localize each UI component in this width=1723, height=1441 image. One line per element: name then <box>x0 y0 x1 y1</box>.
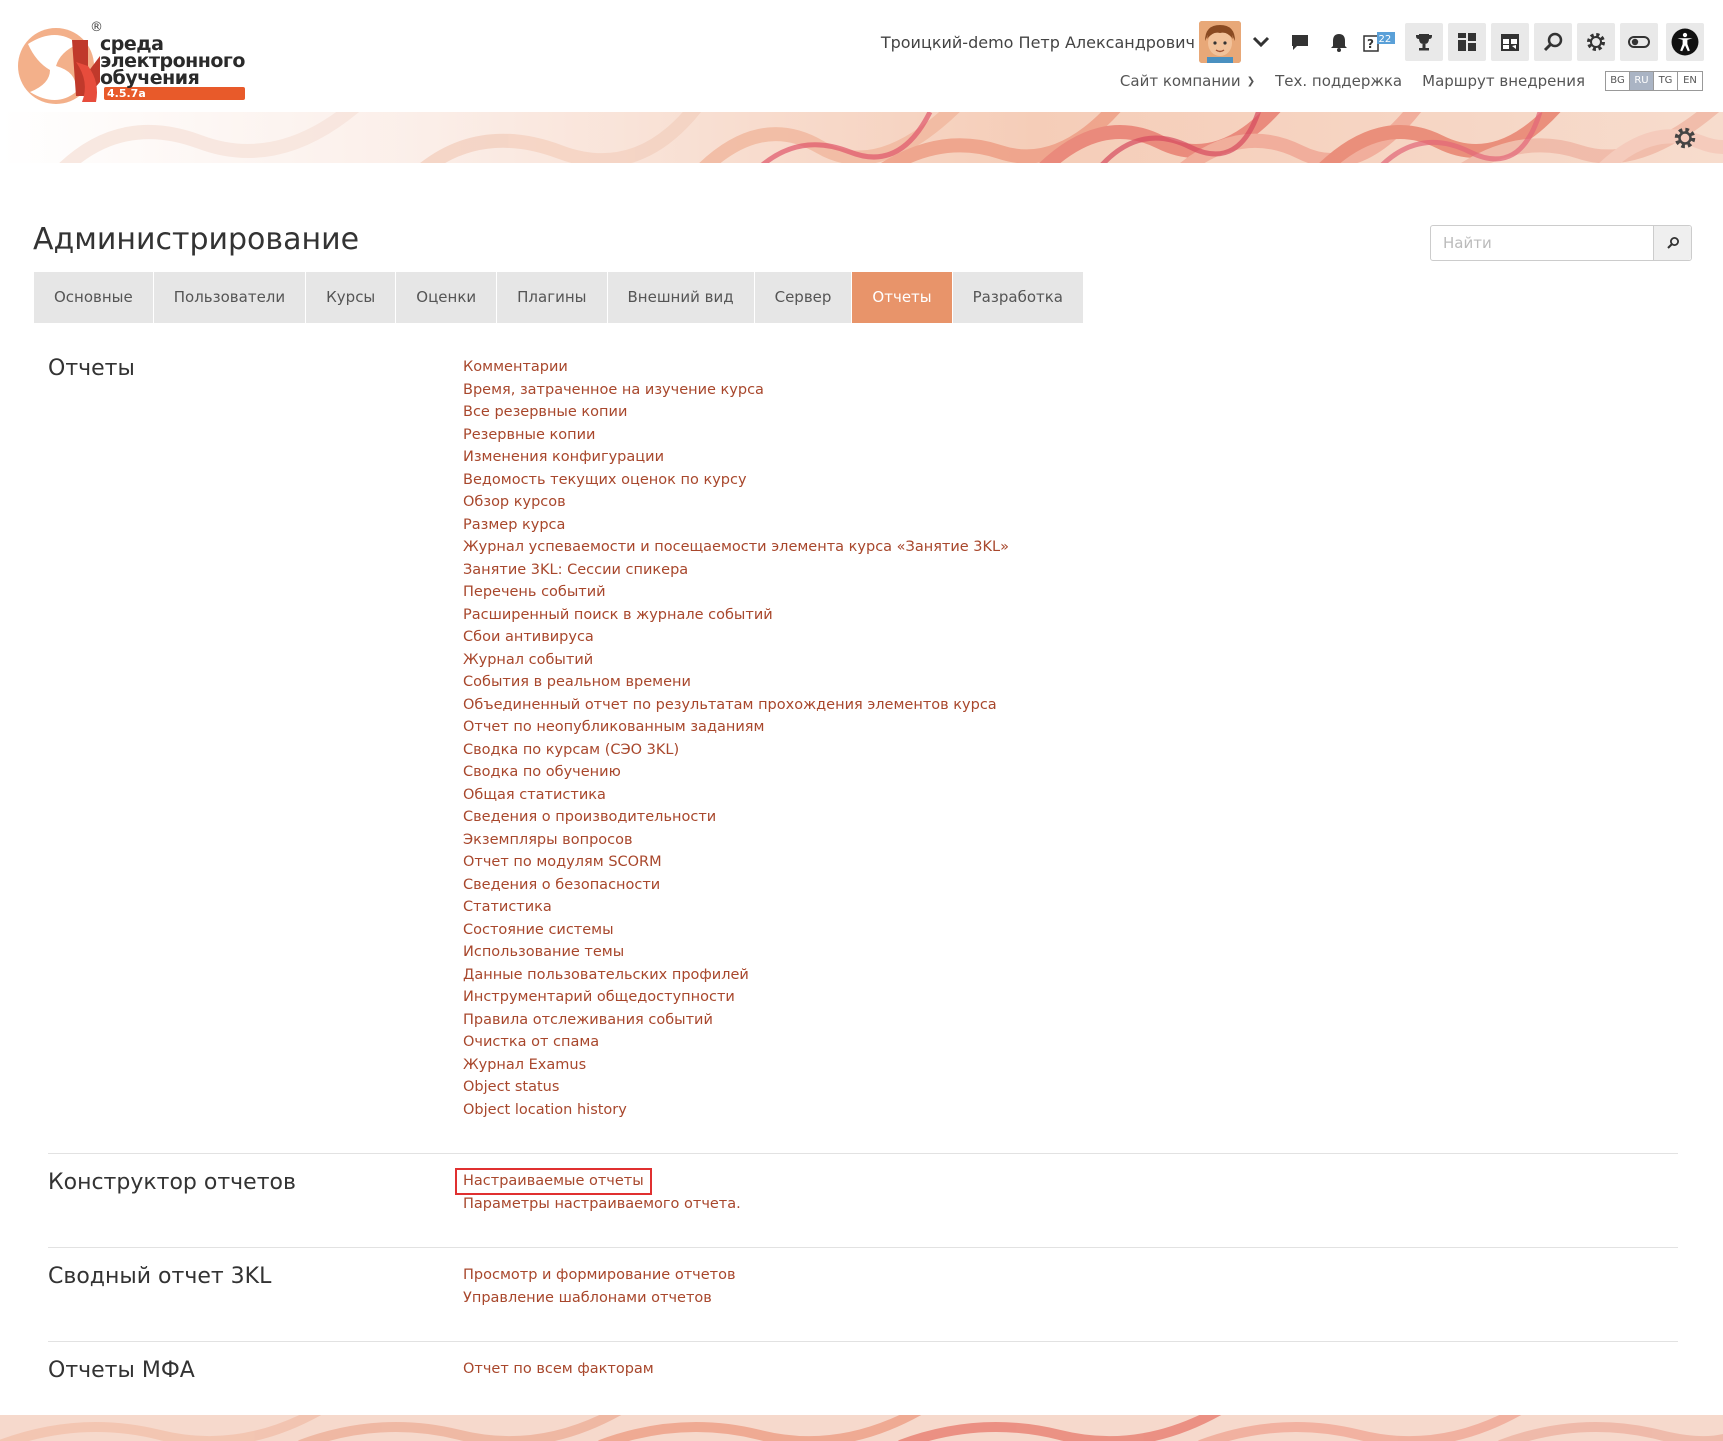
report-link[interactable]: События в реальном времени <box>463 671 1009 694</box>
summary-report-links: Просмотр и формирование отчетов Управлен… <box>463 1264 736 1309</box>
lang-bg[interactable]: BG <box>1606 72 1630 90</box>
mfa-report-links: Отчет по всем факторам <box>463 1358 654 1381</box>
section-title: Конструктор отчетов <box>48 1170 296 1195</box>
section-divider <box>48 1341 1678 1342</box>
report-link[interactable]: Резервные копии <box>463 424 1009 447</box>
report-builder-links: Настраиваемые отчеты Параметры настраива… <box>455 1168 741 1216</box>
search-button[interactable] <box>1653 226 1691 260</box>
tab-server[interactable]: Сервер <box>754 272 853 323</box>
report-link[interactable]: Данные пользовательских профилей <box>463 964 1009 987</box>
report-link[interactable]: Статистика <box>463 896 1009 919</box>
header: ® среда электронного обучения 4.5.7a Трои… <box>0 0 1723 112</box>
tab-appearance[interactable]: Внешний вид <box>607 272 755 323</box>
svg-text:22: 22 <box>1379 34 1392 45</box>
avatar[interactable] <box>1199 21 1241 63</box>
lang-ru[interactable]: RU <box>1630 72 1654 90</box>
language-switcher: BG RU TG EN <box>1605 71 1703 91</box>
report-link[interactable]: Сбои антивируса <box>463 626 1009 649</box>
custom-report-settings-link[interactable]: Параметры настраиваемого отчета. <box>463 1193 741 1216</box>
section-divider <box>48 1153 1678 1154</box>
lang-en[interactable]: EN <box>1678 72 1702 90</box>
report-link[interactable]: Object location history <box>463 1099 1009 1122</box>
dashboard-icon[interactable] <box>1448 23 1486 61</box>
bell-icon[interactable] <box>1320 23 1358 61</box>
user-name[interactable]: Троицкий-demo Петр Александрович <box>881 33 1195 52</box>
search-input[interactable] <box>1431 226 1653 260</box>
top-navigation: Сайт компании ❯ Тех. поддержка Маршрут вн… <box>1120 71 1703 91</box>
report-link[interactable]: Перечень событий <box>463 581 1009 604</box>
report-link[interactable]: Инструментарий общедоступности <box>463 986 1009 1009</box>
tab-grades[interactable]: Оценки <box>396 272 498 323</box>
settings-gear-icon[interactable] <box>1673 126 1697 150</box>
chat-icon[interactable] <box>1281 23 1319 61</box>
admin-tabs: Основные Пользователи Курсы Оценки Плаги… <box>34 272 1084 323</box>
tab-plugins[interactable]: Плагины <box>497 272 608 323</box>
report-link[interactable]: Отчет по неопубликованным заданиям <box>463 716 1009 739</box>
svg-text:?: ? <box>1367 37 1374 51</box>
section-divider <box>48 1247 1678 1248</box>
manage-templates-link[interactable]: Управление шаблонами отчетов <box>463 1287 736 1310</box>
tab-general[interactable]: Основные <box>34 272 154 323</box>
report-link[interactable]: Обзор курсов <box>463 491 1009 514</box>
logo-text: среда электронного обучения 4.5.7a <box>100 33 245 100</box>
report-link[interactable]: Отчет по модулям SCORM <box>463 851 1009 874</box>
page-title: Администрирование <box>33 222 360 257</box>
report-link[interactable]: Сводка по обучению <box>463 761 1009 784</box>
company-site-link[interactable]: Сайт компании ❯ <box>1120 72 1255 90</box>
admin-search <box>1430 225 1692 261</box>
report-link[interactable]: Время, затраченное на изучение курса <box>463 379 1009 402</box>
report-link[interactable]: Журнал событий <box>463 649 1009 672</box>
report-link[interactable]: Object status <box>463 1076 1009 1099</box>
report-link[interactable]: Занятие 3KL: Сессии спикера <box>463 559 1009 582</box>
report-link[interactable]: Комментарии <box>463 356 1009 379</box>
logo-mark-icon <box>18 28 100 104</box>
report-link[interactable]: Сведения о безопасности <box>463 874 1009 897</box>
all-factors-report-link[interactable]: Отчет по всем факторам <box>463 1358 654 1381</box>
view-reports-link[interactable]: Просмотр и формирование отчетов <box>463 1264 736 1287</box>
gear-icon[interactable] <box>1577 23 1615 61</box>
search-icon <box>1666 237 1679 249</box>
tab-courses[interactable]: Курсы <box>306 272 397 323</box>
report-link[interactable]: Сводка по курсам (СЭО 3KL) <box>463 739 1009 762</box>
chevron-down-icon[interactable] <box>1242 23 1280 61</box>
report-link[interactable]: Сведения о производительности <box>463 806 1009 829</box>
report-link[interactable]: Все резервные копии <box>463 401 1009 424</box>
support-link[interactable]: Тех. поддержка <box>1275 72 1402 90</box>
report-link[interactable]: Использование темы <box>463 941 1009 964</box>
report-link[interactable]: Экземпляры вопросов <box>463 829 1009 852</box>
search-icon[interactable] <box>1534 23 1572 61</box>
custom-reports-link[interactable]: Настраиваемые отчеты <box>455 1168 652 1195</box>
report-link[interactable]: Расширенный поиск в журнале событий <box>463 604 1009 627</box>
report-link[interactable]: Изменения конфигурации <box>463 446 1009 469</box>
route-link[interactable]: Маршрут внедрения <box>1422 72 1585 90</box>
site-logo[interactable]: ® среда электронного обучения 4.5.7a <box>16 20 245 104</box>
toggle-icon[interactable] <box>1620 23 1658 61</box>
section-title: Отчеты <box>48 356 135 381</box>
report-link[interactable]: Объединенный отчет по результатам прохож… <box>463 694 1009 717</box>
report-link[interactable]: Размер курса <box>463 514 1009 537</box>
tab-users[interactable]: Пользователи <box>153 272 307 323</box>
report-link[interactable]: Очистка от спама <box>463 1031 1009 1054</box>
decorative-footer <box>0 1415 1723 1441</box>
trophy-icon[interactable] <box>1405 23 1443 61</box>
report-link[interactable]: Общая статистика <box>463 784 1009 807</box>
report-link[interactable]: Состояние системы <box>463 919 1009 942</box>
reports-links: Комментарии Время, затраченное на изучен… <box>463 356 1009 1121</box>
question-badge-icon[interactable]: ? 22 <box>1361 23 1399 61</box>
accessibility-icon[interactable] <box>1666 23 1704 61</box>
tab-reports[interactable]: Отчеты <box>852 272 953 323</box>
calendar-icon[interactable] <box>1491 23 1529 61</box>
tab-development[interactable]: Разработка <box>952 272 1084 323</box>
section-title: Сводный отчет 3KL <box>48 1264 272 1289</box>
report-link[interactable]: Журнал Examus <box>463 1054 1009 1077</box>
lang-tg[interactable]: TG <box>1654 72 1678 90</box>
section-title: Отчеты МФА <box>48 1358 195 1383</box>
decorative-banner <box>0 112 1723 163</box>
report-link[interactable]: Журнал успеваемости и посещаемости элеме… <box>463 536 1009 559</box>
chevron-down-icon: ❯ <box>1246 76 1256 87</box>
report-link[interactable]: Ведомость текущих оценок по курсу <box>463 469 1009 492</box>
report-link[interactable]: Правила отслеживания событий <box>463 1009 1009 1032</box>
